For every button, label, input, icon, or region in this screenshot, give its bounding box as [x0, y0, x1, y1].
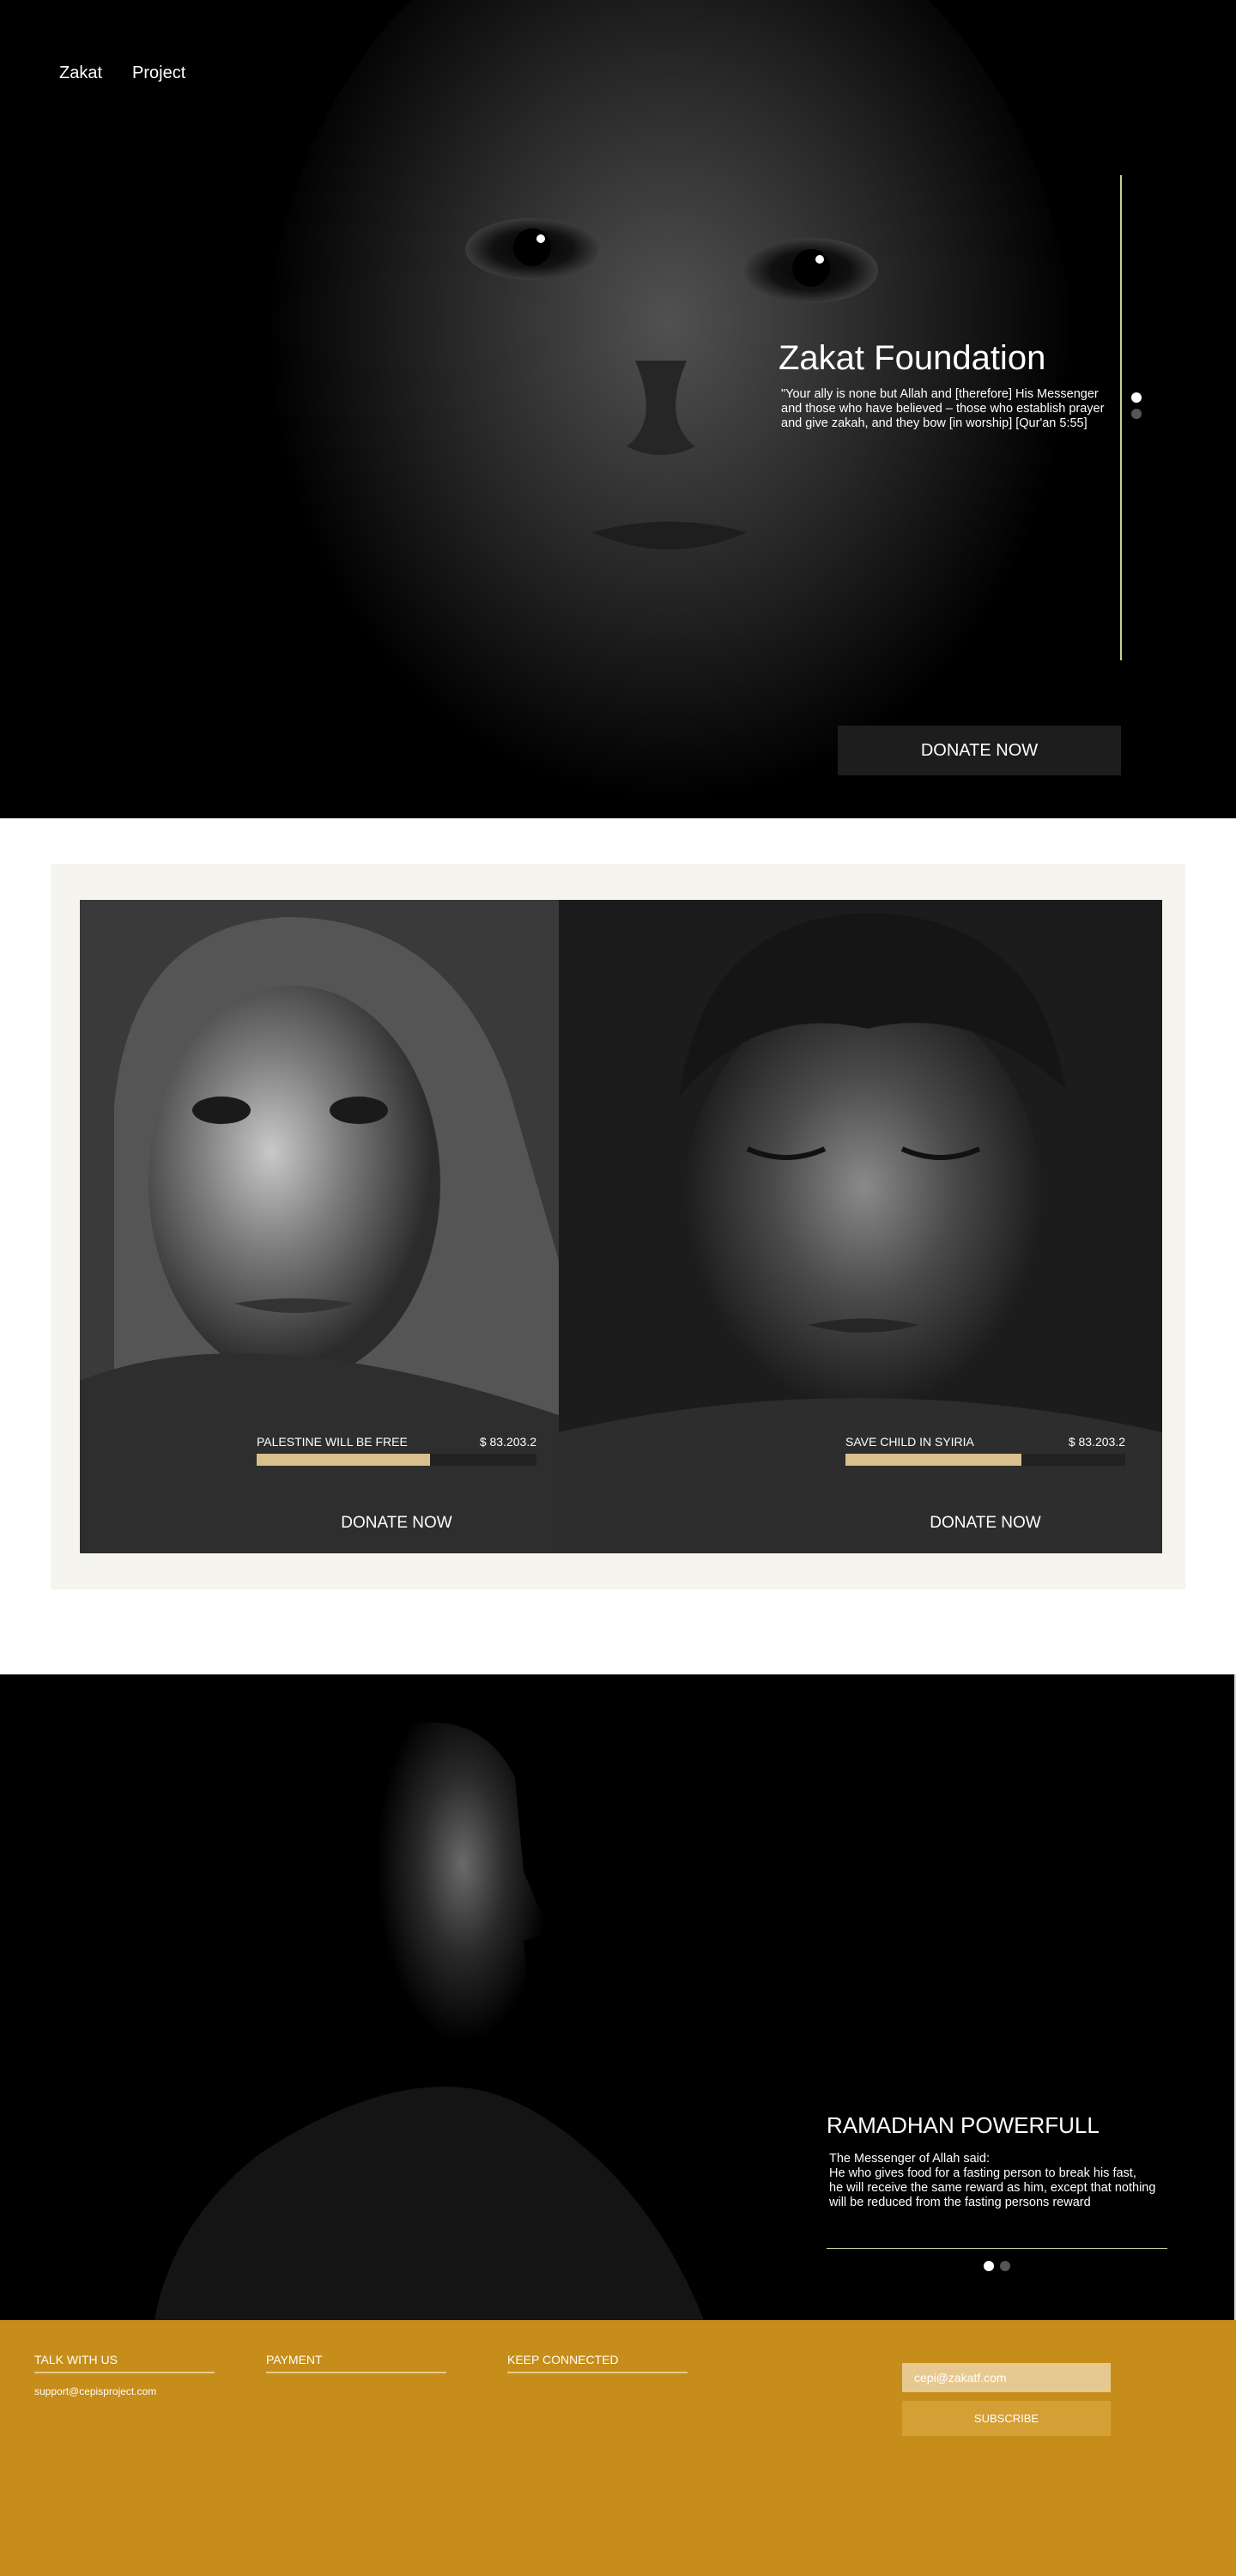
nav-item-project[interactable]: Project	[132, 64, 185, 83]
campaign-name: SAVE CHILD IN SYIRIA	[845, 1435, 974, 1449]
campaign-progress-bar	[257, 1454, 536, 1466]
campaign-info: SAVE CHILD IN SYIRIA $ 83.203.2	[845, 1435, 1125, 1466]
campaign-card: PALESTINE WILL BE FREE $ 83.203.2 DONATE…	[80, 900, 559, 1553]
campaign-amount: $ 83.203.2	[1068, 1435, 1125, 1449]
footer: TALK WITH US support@cepisproject.com PA…	[0, 2320, 1236, 2576]
ramadhan-divider	[827, 2248, 1167, 2249]
hero-title: Zakat Foundation	[779, 339, 1046, 377]
campaigns-section: PALESTINE WILL BE FREE $ 83.203.2 DONATE…	[51, 864, 1185, 1589]
campaign-progress-fill	[257, 1454, 431, 1466]
hero-divider	[1120, 175, 1122, 660]
hero-section: Zakat Project Zakat Foundation "Your all…	[0, 0, 1236, 818]
campaign-amount: $ 83.203.2	[479, 1435, 536, 1449]
hero-quote: "Your ally is none but Allah and [theref…	[781, 387, 1105, 430]
campaign-name: PALESTINE WILL BE FREE	[257, 1435, 408, 1449]
nav-item-zakat[interactable]: Zakat	[59, 64, 102, 83]
main-nav: Zakat Project	[59, 64, 185, 83]
subscribe-button[interactable]: SUBSCRIBE	[902, 2401, 1111, 2436]
ramadhan-text: The Messenger of Allah said: He who give…	[829, 2152, 1156, 2209]
footer-talk-title: TALK WITH US	[34, 2353, 215, 2373]
subscribe-email-input[interactable]	[902, 2363, 1111, 2392]
slider-dot-active[interactable]	[984, 2261, 994, 2271]
footer-payment-column: PAYMENT	[266, 2353, 446, 2373]
campaign-progress-bar	[845, 1454, 1125, 1466]
footer-support-email[interactable]: support@cepisproject.com	[34, 2385, 215, 2397]
man-profile-image	[0, 1674, 1234, 2320]
ramadhan-title: RAMADHAN POWERFULL	[827, 2112, 1100, 2138]
slider-dot[interactable]	[1000, 2261, 1010, 2271]
footer-talk-column: TALK WITH US support@cepisproject.com	[34, 2353, 215, 2397]
footer-payment-title: PAYMENT	[266, 2353, 446, 2373]
campaign-progress-fill	[845, 1454, 1022, 1466]
footer-connected-column: KEEP CONNECTED	[507, 2353, 688, 2373]
campaign-donate-button[interactable]: DONATE NOW	[845, 1508, 1125, 1539]
hero-slider-dots	[1131, 392, 1142, 419]
ramadhan-slider-dots	[984, 2261, 1010, 2271]
slider-dot[interactable]	[1131, 409, 1142, 419]
campaign-info: PALESTINE WILL BE FREE $ 83.203.2	[257, 1435, 536, 1466]
hero-donate-button[interactable]: DONATE NOW	[838, 726, 1121, 775]
footer-connected-title: KEEP CONNECTED	[507, 2353, 688, 2373]
slider-dot-active[interactable]	[1131, 392, 1142, 403]
campaign-donate-button[interactable]: DONATE NOW	[257, 1508, 536, 1539]
ramadhan-section: RAMADHAN POWERFULL The Messenger of Alla…	[0, 1674, 1236, 2320]
campaign-card: SAVE CHILD IN SYIRIA $ 83.203.2 DONATE N…	[559, 900, 1162, 1553]
